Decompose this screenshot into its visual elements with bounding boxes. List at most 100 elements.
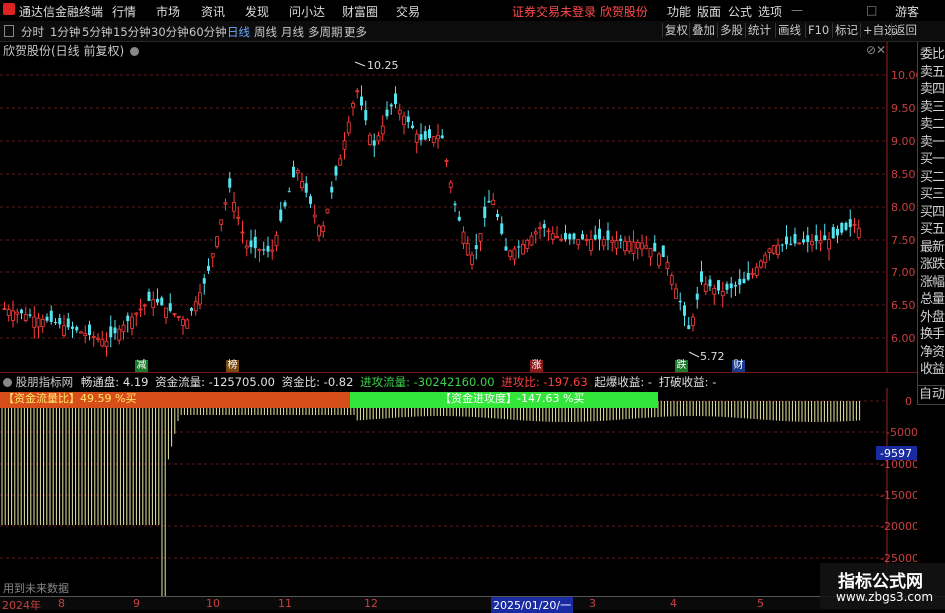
period-more[interactable]: 更多 <box>344 24 367 40</box>
candle-body <box>168 303 172 311</box>
panel-item[interactable]: 卖一 <box>920 134 945 151</box>
panel-item[interactable]: 涨跌 <box>920 256 945 273</box>
period-5min[interactable]: 5分钟 <box>82 24 112 40</box>
period-15min[interactable]: 15分钟 <box>113 24 151 40</box>
signal-tag-finance[interactable]: 财 <box>732 360 745 372</box>
candle-body <box>564 232 567 240</box>
candlestick-chart[interactable]: 10.00 9.50 9.00 8.50 8.00 7.50 7.00 6.50… <box>0 42 917 372</box>
panel-item[interactable]: 买五 <box>920 221 945 238</box>
candle-body <box>394 93 397 105</box>
panel-item[interactable]: 换手 <box>920 326 945 343</box>
candle-body <box>376 135 381 142</box>
panel-item[interactable]: 外盘 <box>920 309 945 326</box>
price-tick: 6.00 <box>891 332 916 345</box>
signal-tag-down[interactable]: 跌 <box>675 360 688 372</box>
panel-item[interactable]: 净资 <box>920 344 945 361</box>
indicator-break-gain: 打破收益: - <box>658 375 717 389</box>
period-weekly[interactable]: 周线 <box>254 24 277 40</box>
indicator-chart[interactable]: 【资金流量比】49.59 %买 【资金进攻度】-147.63 %买 0 -500… <box>0 388 917 596</box>
candle-body <box>207 265 210 271</box>
panel-item[interactable]: 卖三 <box>920 99 945 116</box>
candle-body <box>440 135 444 139</box>
menu-news[interactable]: 资讯 <box>201 3 225 20</box>
candle-body <box>240 231 245 234</box>
menu-function[interactable]: 功能 <box>667 3 691 20</box>
indicator-settings-icon[interactable] <box>3 378 12 387</box>
indicator-burst-gain: 起爆收益: - <box>594 375 653 389</box>
candle-body <box>589 238 593 251</box>
period-1min[interactable]: 1分钟 <box>50 24 80 40</box>
menu-options[interactable]: 选项 <box>758 3 782 20</box>
candle-body <box>708 279 712 287</box>
panel-item[interactable]: 买一 <box>920 151 945 168</box>
candle-body <box>423 131 427 140</box>
login-notice[interactable]: 证券交易未登录 欣贺股份 <box>512 3 648 20</box>
panel-item[interactable]: 最新 <box>920 239 945 256</box>
candle-body <box>58 318 62 325</box>
period-60min[interactable]: 60分钟 <box>189 24 227 40</box>
indicator-name[interactable]: 股朋指标网 <box>16 375 74 389</box>
menu-formula[interactable]: 公式 <box>728 3 752 20</box>
high-annotation: 10.25 <box>354 59 399 72</box>
candle-body <box>283 202 287 207</box>
menu-layout[interactable]: 版面 <box>697 3 721 20</box>
candle-body <box>504 246 508 251</box>
candle-body <box>126 315 130 322</box>
candle-body <box>623 240 627 252</box>
period-monthly[interactable]: 月线 <box>281 24 304 40</box>
menu-wealth[interactable]: 财富圈 <box>342 3 378 20</box>
panel-item[interactable]: 收益 <box>920 361 945 378</box>
panel-item[interactable]: 卖五 <box>920 64 945 81</box>
candle-body <box>428 129 431 139</box>
watermark-title: 指标公式网 <box>838 572 923 592</box>
period-multi[interactable]: 多周期 <box>308 24 343 40</box>
panel-item[interactable]: 卖四 <box>920 81 945 98</box>
date-tick: 10 <box>206 597 220 610</box>
candle-body <box>219 219 224 225</box>
menu-quotes[interactable]: 行情 <box>112 3 136 20</box>
candle-body <box>593 234 597 240</box>
candle-body <box>164 307 168 319</box>
period-30min[interactable]: 30分钟 <box>151 24 189 40</box>
panel-item[interactable]: 委比 <box>920 46 945 63</box>
signal-tag-up[interactable]: 涨 <box>530 360 543 372</box>
minimize-icon[interactable]: — <box>791 3 803 17</box>
btn-draw[interactable]: 画线 <box>775 23 803 38</box>
btn-adjust[interactable]: 复权 <box>662 23 690 38</box>
candle-body <box>23 314 28 322</box>
pane-divider[interactable] <box>0 372 917 373</box>
panel-item[interactable]: 涨幅 <box>920 274 945 291</box>
candle-body <box>836 228 839 236</box>
period-daily[interactable]: 日线 <box>227 24 250 40</box>
maximize-icon[interactable]: □ <box>866 3 877 17</box>
candle-body <box>91 336 96 339</box>
candle-body <box>151 299 156 309</box>
candle-body <box>109 326 113 338</box>
btn-back[interactable]: 返回 <box>891 23 919 38</box>
candle-body <box>538 227 542 230</box>
menu-market[interactable]: 市场 <box>156 3 180 20</box>
btn-overlay[interactable]: 叠加 <box>689 23 717 38</box>
btn-stats[interactable]: 统计 <box>745 23 773 38</box>
candle-body <box>190 308 193 311</box>
signal-tag-reduce[interactable]: 减 <box>135 360 148 372</box>
signal-tag-rank[interactable]: 榜 <box>226 360 239 372</box>
candle-body <box>512 248 517 260</box>
menu-trade[interactable]: 交易 <box>396 3 420 20</box>
btn-f10[interactable]: F10 <box>805 23 831 38</box>
panel-item[interactable]: 买四 <box>920 204 945 221</box>
panel-item[interactable]: 总量 <box>920 291 945 308</box>
panel-toggle-icon[interactable] <box>4 25 14 37</box>
guest-label[interactable]: 游客 <box>895 3 919 20</box>
auto-button[interactable]: 自动 <box>917 385 945 405</box>
btn-multi-stock[interactable]: 多股 <box>717 23 745 38</box>
btn-mark[interactable]: 标记 <box>832 23 860 38</box>
date-tick: 3 <box>589 597 596 610</box>
period-tick[interactable]: 分时 <box>21 24 44 40</box>
panel-item[interactable]: 买三 <box>920 186 945 203</box>
candle-body <box>550 233 555 240</box>
menu-ask[interactable]: 问小达 <box>289 3 325 20</box>
menu-discover[interactable]: 发现 <box>245 3 269 20</box>
panel-item[interactable]: 买二 <box>920 169 945 186</box>
panel-item[interactable]: 卖二 <box>920 116 945 133</box>
